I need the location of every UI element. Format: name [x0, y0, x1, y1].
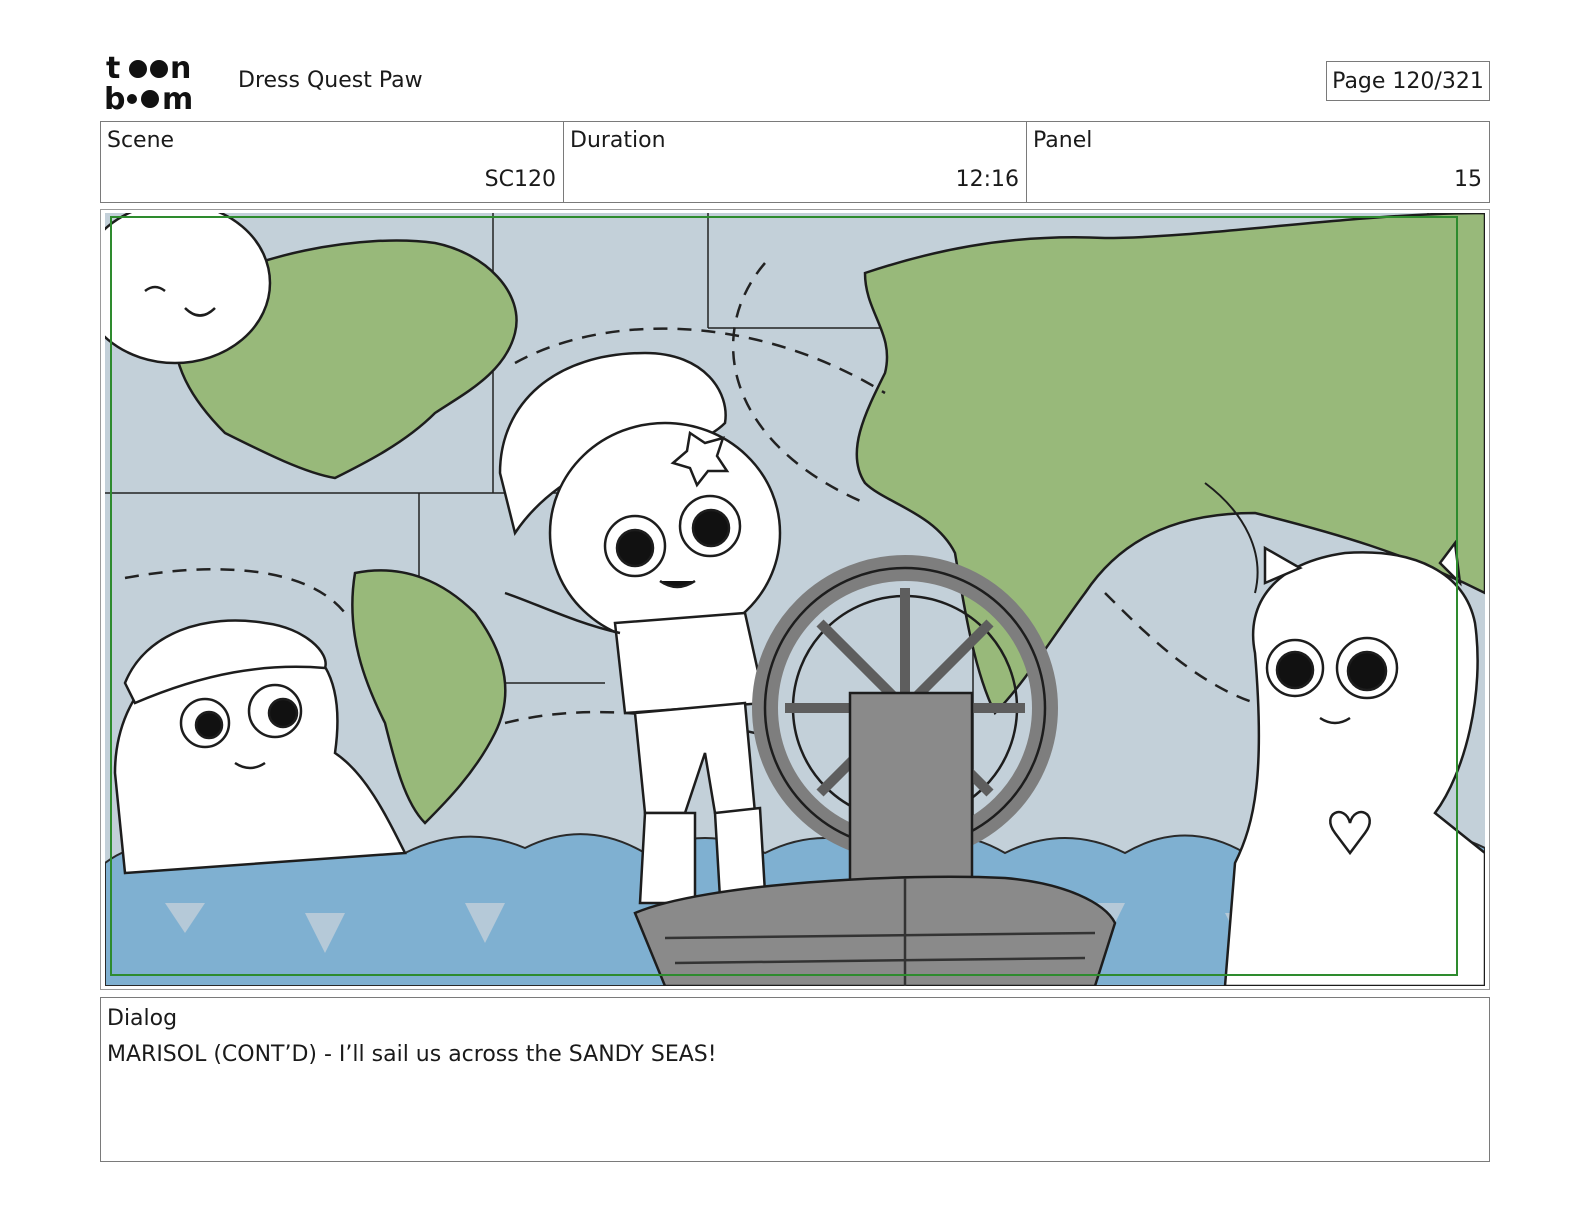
- panel-info-table: Scene SC120 Duration 12:16 Panel 15: [100, 121, 1490, 203]
- storyboard-panel: [100, 209, 1490, 990]
- duration-value: 12:16: [955, 167, 1019, 192]
- panel-value: 15: [1454, 167, 1482, 192]
- svg-text:t: t: [106, 52, 120, 86]
- dialog-label: Dialog: [107, 1006, 178, 1031]
- duration-label: Duration: [570, 128, 666, 153]
- svg-text:m: m: [162, 82, 193, 112]
- svg-text:n: n: [170, 52, 191, 86]
- scene-label: Scene: [107, 128, 175, 153]
- dialog-text: MARISOL (CONT’D) - I’ll sail us across t…: [107, 1042, 717, 1067]
- storyboard-drawing: [105, 213, 1485, 986]
- project-title: Dress Quest Paw: [238, 68, 423, 93]
- scene-value: SC120: [484, 167, 556, 192]
- svg-text:b: b: [104, 82, 125, 112]
- panel-label: Panel: [1033, 128, 1093, 153]
- dialog-box: Dialog MARISOL (CONT’D) - I’ll sail us a…: [100, 997, 1490, 1162]
- duration-cell: Duration 12:16: [564, 122, 1027, 202]
- scene-cell: Scene SC120: [101, 122, 564, 202]
- page-indicator: Page 120/321: [1326, 61, 1490, 101]
- panel-cell: Panel 15: [1027, 122, 1489, 202]
- toonboom-logo: t n b m: [104, 52, 193, 112]
